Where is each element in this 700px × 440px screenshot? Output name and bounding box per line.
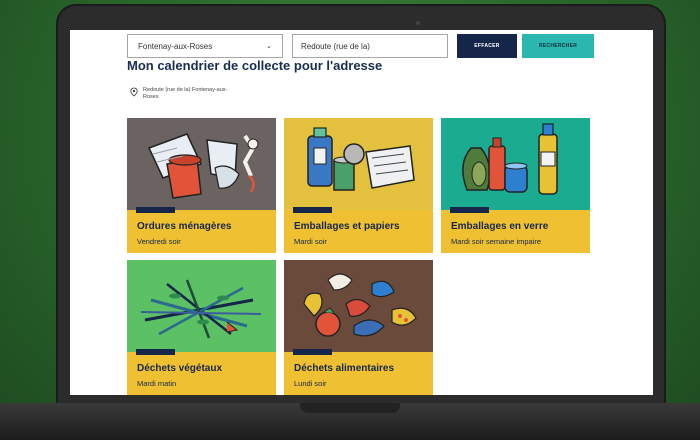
card-image (284, 118, 433, 210)
location-pin-icon (130, 87, 138, 97)
card-emballages-papiers[interactable]: Emballages et papiers Mardi soir (284, 118, 433, 253)
street-input[interactable] (292, 34, 448, 58)
card-image (127, 260, 276, 352)
address-text: Redoute (rue de la) Fontenay-aux-Roses (143, 87, 228, 100)
card-image (127, 118, 276, 210)
address-line: Redoute (rue de la) Fontenay-aux-Roses (130, 87, 233, 101)
card-info: Emballages et papiers Mardi soir (284, 207, 433, 253)
card-emballages-verre[interactable]: Emballages en verre Mardi soir semaine i… (441, 118, 590, 253)
household-waste-icon (147, 133, 259, 199)
page-title: Mon calendrier de collecte pour l'adress… (127, 58, 383, 73)
laptop-base (0, 403, 700, 440)
clear-button[interactable]: EFFACER (457, 34, 517, 58)
card-ordures-menageres[interactable]: Ordures ménagères Vendredi soir (127, 118, 276, 253)
search-bar: Fontenay-aux-Roses ⌄ EFFACER RECHERCHER (127, 34, 594, 58)
card-accent-bar (136, 349, 175, 355)
laptop-notch (300, 403, 400, 413)
card-accent-bar (136, 207, 175, 213)
card-dechets-alimentaires[interactable]: Déchets alimentaires Lundi soir (284, 260, 433, 395)
search-button[interactable]: RECHERCHER (522, 34, 594, 58)
card-info: Déchets alimentaires Lundi soir (284, 349, 433, 395)
packaging-paper-icon (307, 127, 415, 191)
card-accent-bar (293, 207, 332, 213)
city-select[interactable]: Fontenay-aux-Roses ⌄ (127, 34, 283, 58)
chevron-down-icon: ⌄ (266, 43, 272, 50)
card-schedule: Lundi soir (294, 379, 327, 388)
card-schedule: Mardi soir semaine impaire (451, 237, 542, 246)
card-dechets-vegetaux[interactable]: Déchets végétaux Mardi matin (127, 260, 276, 395)
glass-packaging-icon (462, 123, 558, 195)
screen: Fontenay-aux-Roses ⌄ EFFACER RECHERCHER … (70, 30, 653, 395)
card-info: Emballages en verre Mardi soir semaine i… (441, 207, 590, 253)
card-info: Ordures ménagères Vendredi soir (127, 207, 276, 253)
card-title: Ordures ménagères (137, 221, 232, 232)
card-schedule: Mardi soir (294, 237, 327, 246)
card-title: Emballages en verre (451, 221, 549, 232)
card-accent-bar (450, 207, 489, 213)
card-info: Déchets végétaux Mardi matin (127, 349, 276, 395)
food-waste-icon (303, 273, 417, 337)
card-title: Emballages et papiers (294, 221, 400, 232)
city-select-value: Fontenay-aux-Roses (138, 41, 213, 51)
camera-icon (416, 21, 420, 25)
card-title: Déchets alimentaires (294, 363, 395, 374)
card-image (284, 260, 433, 352)
card-accent-bar (293, 349, 332, 355)
card-title: Déchets végétaux (137, 363, 223, 374)
card-schedule: Mardi matin (137, 379, 177, 388)
card-image (441, 118, 590, 210)
green-waste-icon (140, 279, 262, 339)
card-schedule: Vendredi soir (137, 237, 181, 246)
